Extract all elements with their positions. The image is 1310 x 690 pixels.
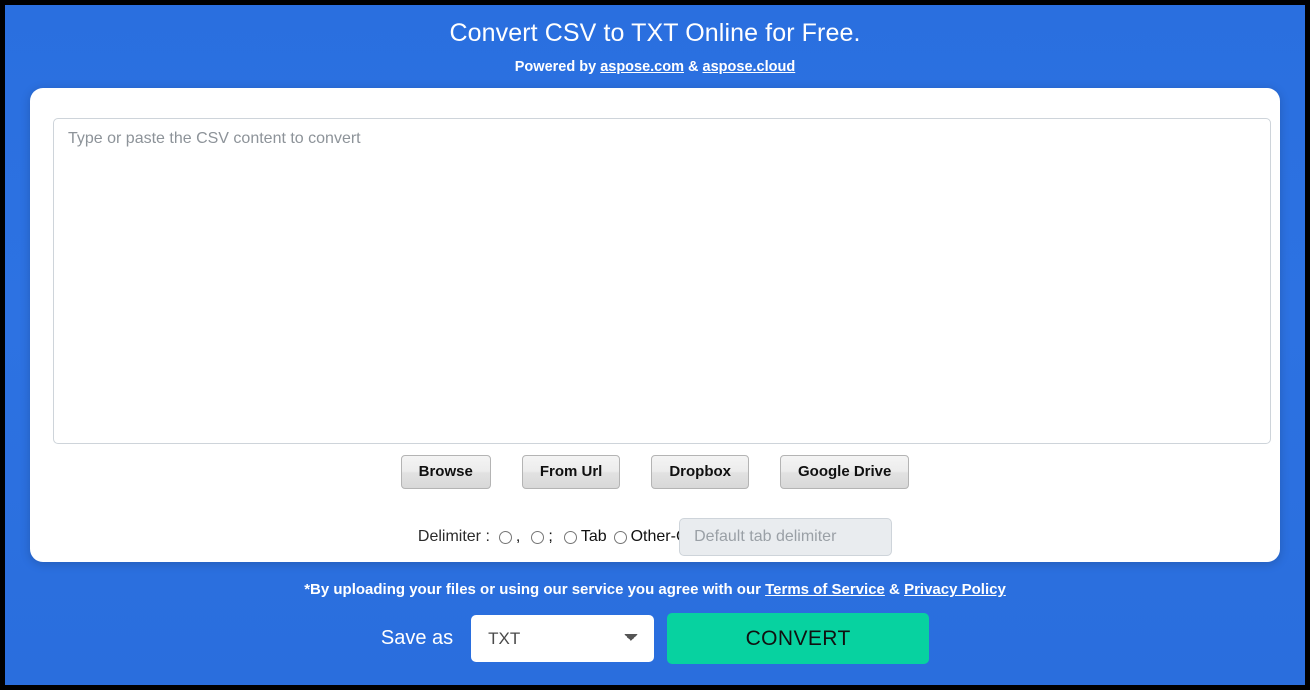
browse-button[interactable]: Browse	[400, 455, 491, 489]
file-source-buttons: Browse From Url Dropbox Google Drive	[30, 455, 1280, 489]
save-as-label: Save as	[380, 627, 454, 649]
dropbox-button[interactable]: Dropbox	[651, 455, 749, 489]
delimiter-radio-semicolon[interactable]	[531, 530, 545, 544]
output-format-select[interactable]: TXT	[471, 615, 655, 662]
google-drive-button[interactable]: Google Drive	[780, 455, 910, 489]
aspose-cloud-link[interactable]: aspose.cloud	[703, 59, 796, 75]
ampersand-separator: &	[684, 59, 703, 75]
privacy-policy-link[interactable]: Privacy Policy	[904, 581, 1006, 598]
delimiter-semicolon-label: ;	[548, 528, 553, 545]
app-viewport: Convert CSV to TXT Online for Free. Powe…	[5, 5, 1305, 685]
aspose-com-link[interactable]: aspose.com	[600, 59, 684, 75]
delimiter-radio-tab[interactable]	[563, 530, 577, 544]
powered-by-prefix: Powered by	[514, 59, 601, 75]
delimiter-option-tab[interactable]: Tab	[563, 528, 607, 546]
delimiter-option-comma[interactable]: ,	[498, 528, 527, 546]
terms-of-service-link[interactable]: Terms of Service	[765, 581, 885, 598]
action-row: Save as TXT CONVERT	[5, 613, 1305, 664]
terms-separator: &	[884, 581, 905, 598]
terms-text: *By uploading your files or using our se…	[304, 581, 766, 598]
powered-by-line: Powered by aspose.com & aspose.cloud	[5, 58, 1305, 76]
page-header: Convert CSV to TXT Online for Free. Powe…	[5, 5, 1305, 76]
delimiter-label: Delimiter :	[417, 528, 490, 545]
delimiter-radio-comma[interactable]	[498, 530, 512, 544]
from-url-button[interactable]: From Url	[521, 455, 621, 489]
terms-notice: *By uploading your files or using our se…	[5, 580, 1305, 599]
delimiter-radio-other[interactable]	[613, 530, 627, 544]
delimiter-option-semicolon[interactable]: ;	[531, 528, 559, 546]
csv-content-textarea[interactable]	[53, 118, 1271, 444]
custom-delimiter-input[interactable]	[679, 518, 893, 556]
delimiter-row: Delimiter : , ; Tab Other-Choose	[30, 518, 1280, 556]
delimiter-comma-label: ,	[515, 528, 521, 545]
convert-button[interactable]: CONVERT	[667, 613, 930, 664]
page-title: Convert CSV to TXT Online for Free.	[449, 19, 861, 47]
delimiter-tab-label: Tab	[580, 528, 607, 545]
converter-card: Browse From Url Dropbox Google Drive Del…	[30, 88, 1280, 562]
